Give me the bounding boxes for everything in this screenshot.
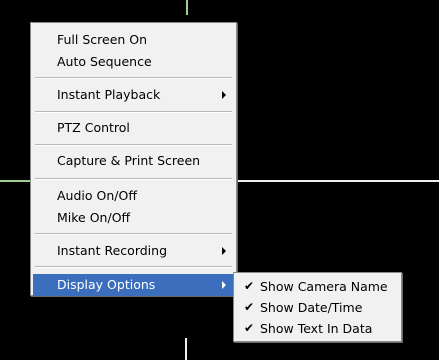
menu-item-instant-playback[interactable]: Instant Playback xyxy=(33,84,234,106)
display-options-submenu: ✔ Show Camera Name ✔ Show Date/Time ✔ Sh… xyxy=(233,272,402,342)
menu-item-label: Full Screen On xyxy=(57,32,148,47)
menu-item-label: Mike On/Off xyxy=(57,210,131,225)
menu-item-auto-sequence[interactable]: Auto Sequence xyxy=(33,51,234,73)
menu-separator xyxy=(35,266,232,268)
submenu-item-show-date-time[interactable]: ✔ Show Date/Time xyxy=(236,297,399,318)
chevron-right-icon xyxy=(222,247,226,255)
camera-grid-divider-vertical xyxy=(185,338,187,360)
menu-item-label: Instant Playback xyxy=(57,87,161,102)
menu-item-label: Display Options xyxy=(57,277,156,292)
menu-separator xyxy=(35,144,232,146)
menu-separator xyxy=(35,233,232,235)
menu-item-ptz-control[interactable]: PTZ Control xyxy=(33,117,234,139)
menu-item-label: Auto Sequence xyxy=(57,54,152,69)
menu-separator xyxy=(35,178,232,180)
menu-item-label: Capture & Print Screen xyxy=(57,153,201,168)
chevron-right-icon xyxy=(222,281,226,289)
check-icon: ✔ xyxy=(243,321,255,335)
camera-grid-divider-vertical-active xyxy=(186,0,188,15)
menu-item-label: Instant Recording xyxy=(57,243,167,258)
menu-item-mike-on-off[interactable]: Mike On/Off xyxy=(33,207,234,229)
menu-item-instant-recording[interactable]: Instant Recording xyxy=(33,240,234,262)
camera-grid-divider-horizontal-active xyxy=(0,180,30,182)
submenu-item-show-text-in-data[interactable]: ✔ Show Text In Data xyxy=(236,318,399,339)
submenu-item-label: Show Camera Name xyxy=(260,279,388,294)
submenu-item-show-camera-name[interactable]: ✔ Show Camera Name xyxy=(236,276,399,297)
menu-item-label: Audio On/Off xyxy=(57,188,137,203)
submenu-item-label: Show Text In Data xyxy=(260,321,373,336)
menu-item-display-options[interactable]: Display Options xyxy=(33,274,234,296)
camera-view-area[interactable]: Full Screen On Auto Sequence Instant Pla… xyxy=(0,0,439,360)
menu-separator xyxy=(35,111,232,113)
context-menu: Full Screen On Auto Sequence Instant Pla… xyxy=(30,22,237,296)
chevron-right-icon xyxy=(222,91,226,99)
camera-grid-divider-horizontal xyxy=(236,180,439,182)
check-icon: ✔ xyxy=(243,300,255,314)
submenu-item-label: Show Date/Time xyxy=(260,300,363,315)
menu-item-audio-on-off[interactable]: Audio On/Off xyxy=(33,185,234,207)
menu-item-full-screen-on[interactable]: Full Screen On xyxy=(33,29,234,51)
menu-separator xyxy=(35,77,232,79)
check-icon: ✔ xyxy=(243,279,255,293)
menu-item-label: PTZ Control xyxy=(57,120,130,135)
menu-item-capture-print-screen[interactable]: Capture & Print Screen xyxy=(33,150,234,172)
